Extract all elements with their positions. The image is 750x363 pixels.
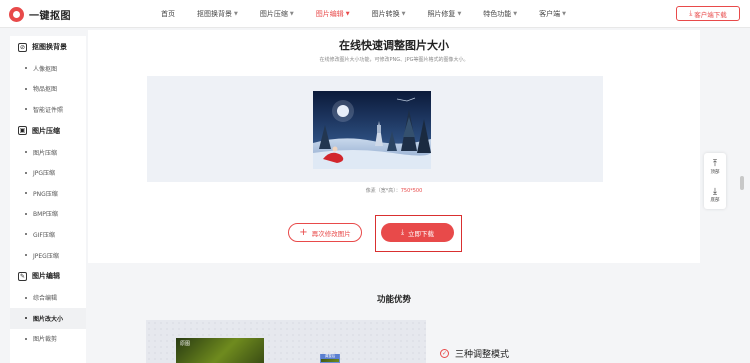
chevron-down-icon: ▼ xyxy=(457,11,462,17)
sidebar: ⊘ 抠图换背景 人像抠图 物品抠图 智能证件照 ▣ 图片压缩 图片压缩 JPG压… xyxy=(10,36,86,363)
go-to-bottom-button[interactable]: ⤓ 底部 xyxy=(704,181,726,209)
scroll-float-bar: ⤒ 顶部 ⤓ 底部 xyxy=(704,153,726,209)
image-size-info: 像素（宽*高）：750*500 xyxy=(365,188,423,194)
sidebar-item-object[interactable]: 物品抠图 xyxy=(10,79,86,100)
nav-item-compress[interactable]: 图片压缩 ▼ xyxy=(260,0,294,28)
image-size-value: 750*500 xyxy=(400,188,423,194)
advantages-title: 功能优势 xyxy=(376,295,411,305)
client-download-button[interactable]: ⤓ 客户端下载 xyxy=(676,6,740,21)
check-circle-icon: ✓ xyxy=(440,349,449,358)
sidebar-item-bmp-compress[interactable]: BMP压缩 xyxy=(10,204,86,225)
nav-item-edit[interactable]: 图片编辑 ▼ xyxy=(316,0,350,28)
page-scrollbar[interactable] xyxy=(740,176,744,190)
winter-scene-image xyxy=(313,91,431,169)
edit-icon: ✎ xyxy=(18,271,27,281)
nav-item-restore[interactable]: 照片修复 ▼ xyxy=(427,0,461,28)
page-title: 在线快速调整图片大小 xyxy=(339,39,449,52)
arrow-up-icon: ⤒ xyxy=(713,158,717,169)
logo[interactable]: 一键抠图 xyxy=(9,6,71,22)
top-header: 一键抠图 首页 抠图换背景 ▼ 图片压缩 ▼ 图片编辑 ▼ 图片转换 ▼ 照片修复 ▼ 特… xyxy=(0,0,750,28)
main-nav: 首页 抠图换背景 ▼ 图片压缩 ▼ 图片编辑 ▼ 图片转换 ▼ 照片修复 ▼ 特色功能 ▼ … xyxy=(150,0,566,28)
preview-image xyxy=(313,91,431,169)
adjusted-image: 调整后 xyxy=(320,354,340,363)
adjusted-label: 调整后 xyxy=(321,354,339,359)
sidebar-item-png-compress[interactable]: PNG压缩 xyxy=(10,183,86,204)
nav-item-home[interactable]: 首页 xyxy=(161,0,175,28)
arrow-down-icon: ⤓ xyxy=(713,186,717,197)
image-preview-area xyxy=(147,76,603,182)
nav-item-features[interactable]: 特色功能 ▼ xyxy=(483,0,517,28)
logo-text: 一键抠图 xyxy=(29,10,71,22)
plus-icon: + xyxy=(299,226,308,238)
sidebar-item-gif-compress[interactable]: GIF压缩 xyxy=(10,224,86,245)
resize-result-card: 在线快速调整图片大小 在线修改图片大小功能，可修改PNG、JPG等图片格式的图像… xyxy=(88,30,700,263)
compress-icon: ▣ xyxy=(18,126,27,136)
download-icon: ⤓ xyxy=(689,9,693,17)
chevron-down-icon: ▼ xyxy=(562,11,567,17)
original-label: 原图 xyxy=(180,341,191,347)
sidebar-item-general-edit[interactable]: 综合编辑 xyxy=(10,287,86,308)
original-image: 原图 xyxy=(176,338,264,363)
chevron-down-icon: ▼ xyxy=(234,11,238,17)
redo-edit-button[interactable]: + 再次修改图片 xyxy=(288,223,362,242)
feature-item: ✓ 三种调整模式 xyxy=(440,349,510,360)
sidebar-group-cutout[interactable]: ⊘ 抠图换背景 xyxy=(10,36,86,58)
download-icon: ⤓ xyxy=(400,228,405,236)
sidebar-group-edit[interactable]: ✎ 图片编辑 xyxy=(10,265,86,287)
advantages-demo: 原图 调整后 xyxy=(146,320,426,363)
page-subtitle: 在线修改图片大小功能，可修改PNG、JPG等图片格式的图像大小。 xyxy=(319,57,469,63)
cutout-icon: ⊘ xyxy=(18,42,27,52)
back-to-top-button[interactable]: ⤒ 顶部 xyxy=(704,153,726,181)
sidebar-group-compress[interactable]: ▣ 图片压缩 xyxy=(10,120,86,142)
chevron-down-icon: ▼ xyxy=(345,11,350,17)
chevron-down-icon: ▼ xyxy=(401,11,406,17)
logo-icon xyxy=(9,6,24,22)
sidebar-item-image-compress[interactable]: 图片压缩 xyxy=(10,142,86,163)
sidebar-item-jpeg-compress[interactable]: JPEG压缩 xyxy=(10,245,86,266)
advantages-section: 功能优势 原图 调整后 ✓ 三种调整模式 xyxy=(88,270,700,363)
sidebar-item-portrait[interactable]: 人像抠图 xyxy=(10,58,86,79)
chevron-down-icon: ▼ xyxy=(513,11,518,17)
sidebar-item-crop[interactable]: 图片裁剪 xyxy=(10,329,86,350)
sidebar-item-id-photo[interactable]: 智能证件照 xyxy=(10,99,86,120)
nav-item-cutout[interactable]: 抠图换背景 ▼ xyxy=(197,0,238,28)
download-now-button[interactable]: ⤓ 立即下载 xyxy=(381,223,454,242)
chevron-down-icon: ▼ xyxy=(289,11,294,17)
sidebar-item-resize[interactable]: 图片改大小 xyxy=(10,307,86,329)
nav-item-convert[interactable]: 图片转换 ▼ xyxy=(372,0,406,28)
nav-item-client[interactable]: 客户端 ▼ xyxy=(539,0,566,28)
sidebar-item-jpg-compress[interactable]: JPG压缩 xyxy=(10,162,86,183)
